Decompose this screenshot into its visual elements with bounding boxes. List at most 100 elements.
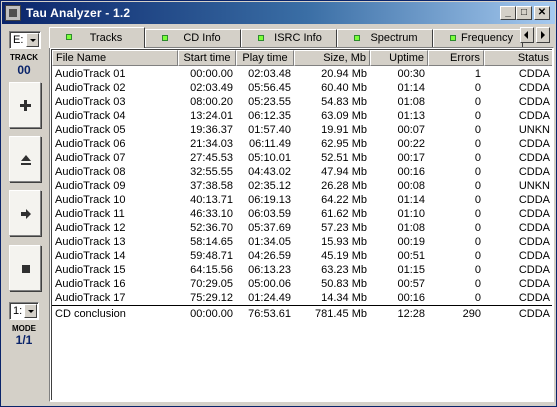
table-cell: 06:19.13 xyxy=(248,194,291,206)
table-cell: 05:37.69 xyxy=(248,222,291,234)
table-cell: CD conclusion xyxy=(55,308,126,320)
table-row[interactable]: AudioTrack 13 58:14.65 01:34.05 15.93 Mb 00:… xyxy=(52,235,552,249)
table-row[interactable]: AudioTrack 07 27:45.53 05:10.01 52.51 Mb 00:… xyxy=(52,151,552,165)
column-header[interactable]: Status xyxy=(484,50,552,66)
table-row[interactable]: AudioTrack 10 40:13.71 06:19.13 64.22 Mb 01:… xyxy=(52,193,552,207)
table-cell: 47.94 Mb xyxy=(321,166,367,178)
table-cell: 01:57.40 xyxy=(248,124,291,136)
tab-isrc-info[interactable]: ISRC Info xyxy=(241,29,337,47)
table-cell: AudioTrack 01 xyxy=(55,68,126,80)
table-cell: 58:14.65 xyxy=(190,236,233,248)
table-cell: CDDA xyxy=(518,236,550,248)
table-cell: 0 xyxy=(474,208,481,220)
close-button[interactable]: ✕ xyxy=(534,6,550,20)
table-cell: UNKN xyxy=(518,124,550,136)
tab-tracks[interactable]: Tracks xyxy=(49,27,145,48)
chevron-down-icon[interactable] xyxy=(26,33,39,47)
track-value: 00 xyxy=(17,63,31,77)
table-cell: CDDA xyxy=(518,278,550,290)
minimize-button[interactable]: _ xyxy=(500,6,516,20)
table-cell: AudioTrack 07 xyxy=(55,152,126,164)
tab-label: Tracks xyxy=(89,32,123,44)
tab-scroll-left-button[interactable] xyxy=(520,27,534,43)
table-cell: 06:03.59 xyxy=(248,208,291,220)
tab-label: ISRC Info xyxy=(274,32,322,44)
table-cell: 37:38.58 xyxy=(190,180,233,192)
tab-spectrum[interactable]: Spectrum xyxy=(337,29,433,47)
table-cell: 52:36.70 xyxy=(190,222,233,234)
table-cell: 0 xyxy=(474,166,481,178)
maximize-button[interactable]: □ xyxy=(516,6,532,20)
table-cell: 00:07 xyxy=(397,124,425,136)
table-cell: 781.45 Mb xyxy=(315,308,367,320)
table-row[interactable]: AudioTrack 04 13:24.01 06:12.35 63.09 Mb 01:… xyxy=(52,109,552,123)
table-cell: 01:10 xyxy=(397,208,425,220)
table-header: File Name Start time Play time Size, Mb Upti… xyxy=(52,50,552,66)
tab-label: Spectrum xyxy=(370,32,418,44)
table-cell: 00:22 xyxy=(397,138,425,150)
column-header[interactable]: Errors xyxy=(428,50,484,66)
table-cell: 0 xyxy=(474,236,481,248)
table-cell: AudioTrack 16 xyxy=(55,278,126,290)
table-cell: 15.93 Mb xyxy=(321,236,367,248)
table-row[interactable]: AudioTrack 16 70:29.05 05:00.06 50.83 Mb 00:… xyxy=(52,277,552,291)
app-icon[interactable] xyxy=(5,5,21,21)
table-cell: 1 xyxy=(474,68,481,80)
table-cell: 50.83 Mb xyxy=(321,278,367,290)
table-cell: CDDA xyxy=(518,264,550,276)
play-button[interactable] xyxy=(9,190,41,236)
table-row[interactable]: AudioTrack 11 46:33.10 06:03.59 61.62 Mb 01:… xyxy=(52,207,552,221)
table-row[interactable]: AudioTrack 02 02:03.49 05:56.45 60.40 Mb 01:… xyxy=(52,81,552,95)
chevron-down-icon[interactable] xyxy=(24,304,37,318)
conclusion-row[interactable]: CD conclusion 00:00.00 76:53.61 781.45 Mb 12… xyxy=(52,305,552,321)
table-cell: CDDA xyxy=(518,82,550,94)
table-cell: 0 xyxy=(474,96,481,108)
tab-label: CD Info xyxy=(183,32,221,44)
table-row[interactable]: AudioTrack 03 08:00.20 05:23.55 54.83 Mb 01:… xyxy=(52,95,552,109)
table-cell: 20.94 Mb xyxy=(321,68,367,80)
table-cell: 04:26.59 xyxy=(248,250,291,262)
table-cell: 00:16 xyxy=(397,166,425,178)
table-row[interactable]: AudioTrack 06 21:34.03 06:11.49 62.95 Mb 00:… xyxy=(52,137,552,151)
control-panel: E: TRACK 00 1: MODE 1/1 xyxy=(4,26,44,402)
table-cell: 05:00.06 xyxy=(248,278,291,290)
table-cell: AudioTrack 06 xyxy=(55,138,126,150)
table-cell: 45.19 Mb xyxy=(321,250,367,262)
table-cell: 01:14 xyxy=(397,82,425,94)
eject-icon xyxy=(21,155,31,165)
tab-scroll-right-button[interactable] xyxy=(536,27,550,43)
table-cell: 57.23 Mb xyxy=(321,222,367,234)
table-cell: AudioTrack 09 xyxy=(55,180,126,192)
table-cell: 0 xyxy=(474,180,481,192)
title-bar[interactable]: Tau Analyzer - 1.2 _ □ ✕ xyxy=(2,2,555,24)
table-cell: CDDA xyxy=(518,194,550,206)
table-row[interactable]: AudioTrack 15 64:15.56 06:13.23 63.23 Mb 01:… xyxy=(52,263,552,277)
table-row[interactable]: AudioTrack 17 75:29.12 01:24.49 14.34 Mb 00:… xyxy=(52,291,552,305)
column-header[interactable]: File Name xyxy=(52,50,178,66)
mode-select[interactable]: 1: xyxy=(9,302,39,320)
drive-select[interactable]: E: xyxy=(9,31,41,49)
column-header[interactable]: Uptime xyxy=(370,50,428,66)
table-cell: 14.34 Mb xyxy=(321,292,367,304)
table-cell: 12:28 xyxy=(397,308,425,320)
eject-button[interactable] xyxy=(9,136,41,182)
stop-button[interactable] xyxy=(9,245,41,291)
table-row[interactable]: AudioTrack 05 19:36.37 01:57.40 19.91 Mb 00:… xyxy=(52,123,552,137)
table-row[interactable]: AudioTrack 01 00:00.00 02:03.48 20.94 Mb 00:… xyxy=(52,67,552,81)
add-button[interactable] xyxy=(9,82,41,128)
table-cell: 75:29.12 xyxy=(190,292,233,304)
tab-frequency[interactable]: Frequency xyxy=(433,29,523,47)
table-row[interactable]: AudioTrack 12 52:36.70 05:37.69 57.23 Mb 01:… xyxy=(52,221,552,235)
column-header[interactable]: Play time xyxy=(236,50,294,66)
table-row[interactable]: AudioTrack 14 59:48.71 04:26.59 45.19 Mb 00:… xyxy=(52,249,552,263)
table-cell: 61.62 Mb xyxy=(321,208,367,220)
table-cell: 0 xyxy=(474,138,481,150)
table-cell: 0 xyxy=(474,250,481,262)
column-header[interactable]: Start time xyxy=(178,50,236,66)
table-cell: AudioTrack 13 xyxy=(55,236,126,248)
table-cell: 06:11.49 xyxy=(248,138,291,150)
tab-cd-info[interactable]: CD Info xyxy=(145,29,241,47)
table-row[interactable]: AudioTrack 08 32:55.55 04:43.02 47.94 Mb 00:… xyxy=(52,165,552,179)
table-row[interactable]: AudioTrack 09 37:38.58 02:35.12 26.28 Mb 00:… xyxy=(52,179,552,193)
column-header[interactable]: Size, Mb xyxy=(294,50,370,66)
